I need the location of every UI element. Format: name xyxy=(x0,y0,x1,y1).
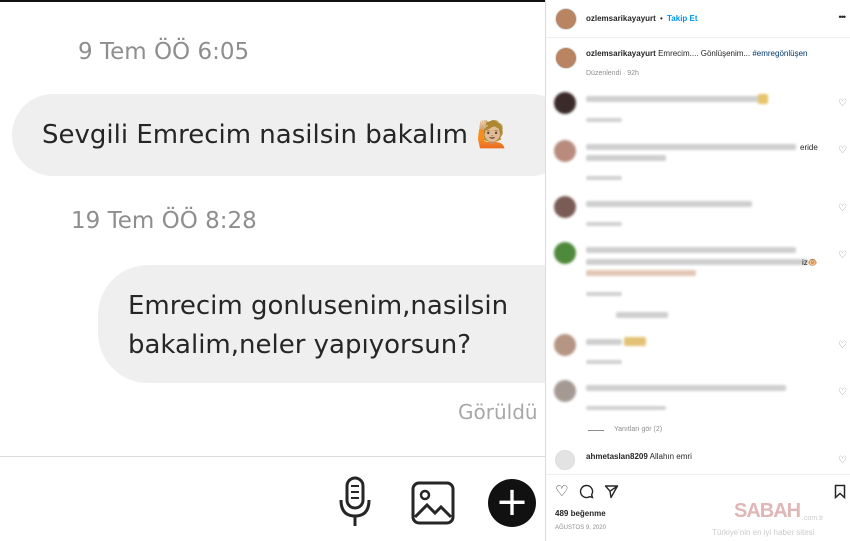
avatar[interactable] xyxy=(554,92,576,114)
post-username[interactable]: ozlemsarikayayurt xyxy=(586,14,656,23)
caption-text: Emrecim.... Gönlüşenim... xyxy=(658,49,751,58)
share-icon[interactable] xyxy=(604,484,619,499)
blurred-meta xyxy=(586,406,666,410)
avatar[interactable] xyxy=(554,140,576,162)
comment-icon[interactable] xyxy=(579,484,594,499)
comment-username[interactable]: ahmetaslan8209 xyxy=(586,452,648,461)
caption-username[interactable]: ozlemsarikayayurt xyxy=(586,49,656,58)
blurred-meta xyxy=(586,176,622,180)
avatar[interactable] xyxy=(554,334,576,356)
blurred-replies-link xyxy=(616,312,668,318)
follow-button[interactable]: Takip Et xyxy=(667,14,698,23)
edited-label: Düzenlendi · 92h xyxy=(586,70,639,77)
blurred-comment xyxy=(586,270,696,276)
avatar[interactable] xyxy=(554,242,576,264)
message-text-line: bakalim,neler yapıyorsun? xyxy=(128,330,471,360)
avatar[interactable] xyxy=(554,196,576,218)
like-heart-icon[interactable]: ♡ xyxy=(555,482,568,500)
view-replies-link[interactable]: Yanıtları gör (2) xyxy=(614,426,662,433)
image-icon[interactable] xyxy=(411,481,455,525)
blurred-comment xyxy=(586,96,766,102)
like-heart-icon[interactable]: ♡ xyxy=(838,340,847,351)
instagram-post-panel: ozlemsarikayayurt • Takip Et ••• ozlemsa… xyxy=(545,0,850,541)
blurred-meta xyxy=(586,292,622,296)
separator-dot: • xyxy=(660,14,663,23)
comment-fragment: iz🐵 xyxy=(802,258,818,267)
bookmark-icon[interactable] xyxy=(834,484,846,499)
watermark-tld: .com.tr xyxy=(802,515,824,522)
blurred-comment xyxy=(586,385,786,391)
avatar[interactable] xyxy=(555,8,577,30)
more-options-icon[interactable]: ••• xyxy=(839,12,847,22)
post-date: AĞUSTOS 9, 2020 xyxy=(555,525,606,531)
watermark-slogan: Türkiye'nin en iyi haber sitesi xyxy=(712,528,815,537)
blurred-comment xyxy=(586,247,796,253)
avatar[interactable] xyxy=(554,380,576,402)
comment-fragment: eride xyxy=(800,143,818,152)
avatar[interactable] xyxy=(555,47,577,69)
timestamp: 19 Tem ÖÖ 8:28 xyxy=(71,208,257,234)
screenshot-root: 9 Tem ÖÖ 6:05 Sevgili Emrecim nasilsin b… xyxy=(0,0,850,541)
like-heart-icon[interactable]: ♡ xyxy=(838,250,847,261)
blurred-emoji xyxy=(624,337,646,346)
microphone-icon[interactable] xyxy=(337,476,373,528)
message-text: Sevgili Emrecim nasilsin bakalım 🙋🏼 xyxy=(42,120,509,150)
message-bubble-received[interactable]: Sevgili Emrecim nasilsin bakalım 🙋🏼 xyxy=(12,94,545,176)
plus-icon[interactable]: + xyxy=(488,479,536,527)
like-heart-icon[interactable]: ♡ xyxy=(838,387,847,398)
comment-text: Allahın emri xyxy=(649,452,692,461)
blurred-comment xyxy=(586,339,622,345)
message-composer xyxy=(0,456,545,541)
caption-hashtag[interactable]: #emregönlüşen xyxy=(752,49,807,58)
dm-conversation: 9 Tem ÖÖ 6:05 Sevgili Emrecim nasilsin b… xyxy=(0,0,545,541)
like-heart-icon[interactable]: ♡ xyxy=(838,455,847,466)
like-count[interactable]: 489 beğenme xyxy=(555,509,606,518)
like-heart-icon[interactable]: ♡ xyxy=(838,203,847,214)
blurred-comment xyxy=(586,259,808,265)
blurred-meta xyxy=(586,360,622,364)
blurred-meta xyxy=(586,118,622,122)
divider xyxy=(546,474,850,475)
message-bubble-sent[interactable]: Emrecim gonlusenim,nasilsin bakalim,nele… xyxy=(98,265,545,383)
like-heart-icon[interactable]: ♡ xyxy=(838,145,847,156)
blurred-emoji xyxy=(758,94,768,104)
sabah-watermark: SABAH xyxy=(734,500,801,522)
replies-divider xyxy=(588,430,604,431)
blurred-comment xyxy=(586,201,752,207)
like-heart-icon[interactable]: ♡ xyxy=(838,98,847,109)
timestamp: 9 Tem ÖÖ 6:05 xyxy=(78,39,250,65)
seen-status: Görüldü xyxy=(458,400,538,424)
blurred-comment xyxy=(586,144,796,150)
blurred-meta xyxy=(586,222,622,226)
blurred-comment xyxy=(586,155,666,161)
post-header: ozlemsarikayayurt • Takip Et ••• xyxy=(546,0,850,38)
message-text-line: Emrecim gonlusenim,nasilsin xyxy=(128,291,509,321)
avatar[interactable] xyxy=(555,450,575,470)
